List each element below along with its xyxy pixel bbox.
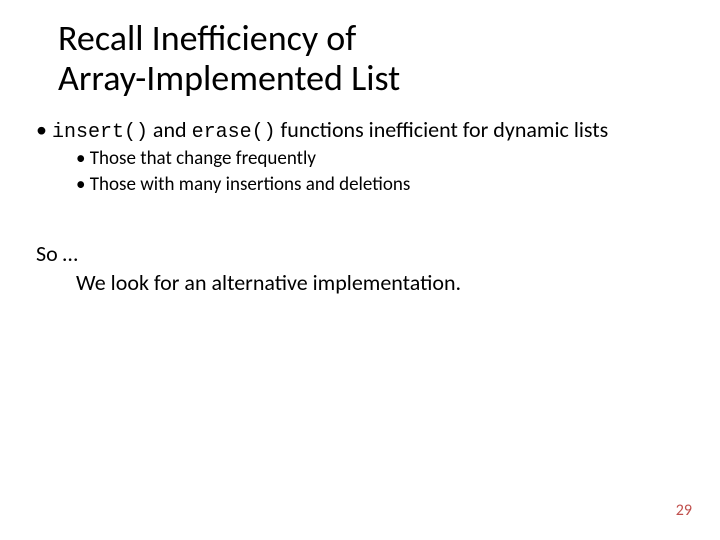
paragraph: So … We look for an alternative implemen…: [30, 239, 690, 298]
slide-title: Recall Inefficiency of Array-Implemented…: [58, 18, 400, 99]
bullet-level1: insert() and erase() functions inefficie…: [30, 116, 690, 145]
title-line-1: Recall Inefficiency of: [58, 16, 356, 60]
bullet-text-tail: functions inefficient for dynamic lists: [276, 116, 609, 143]
slide-body: insert() and erase() functions inefficie…: [30, 116, 690, 298]
page-number: 29: [676, 501, 692, 520]
title-line-2: Array-Implemented List: [58, 56, 400, 100]
sub-bullet-2: Those with many insertions and deletions: [90, 173, 411, 196]
bullet-level2: Those that change frequently: [30, 147, 690, 171]
slide: Recall Inefficiency of Array-Implemented…: [0, 0, 720, 540]
so-line-1: So …: [36, 240, 78, 267]
so-line-2: We look for an alternative implementatio…: [36, 268, 690, 298]
sub-bullet-1: Those that change frequently: [90, 147, 316, 170]
bullet-text-mid: and: [148, 116, 192, 143]
code-insert: insert(): [52, 121, 148, 144]
bullet-level2: Those with many insertions and deletions: [30, 173, 690, 197]
code-erase: erase(): [192, 121, 276, 144]
